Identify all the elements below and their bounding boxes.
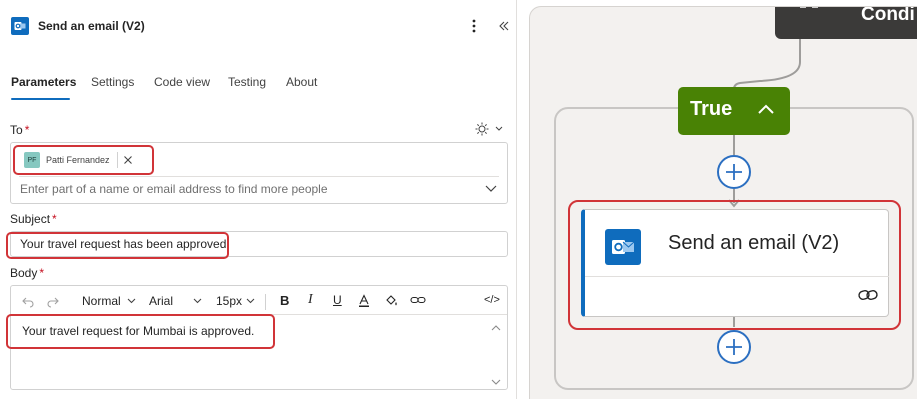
chevron-down-icon[interactable] [484, 183, 498, 195]
tab-settings[interactable]: Settings [91, 75, 134, 89]
advanced-settings-icon[interactable] [474, 121, 506, 137]
panel-header: Send an email (V2) [0, 0, 517, 52]
undo-icon[interactable] [21, 294, 35, 308]
subject-label: Subject * [10, 212, 57, 226]
body-label: Body * [10, 266, 45, 280]
chevron-down-icon [246, 298, 255, 304]
condition-node[interactable]: Condi [775, 6, 917, 39]
true-branch-label: True [690, 98, 733, 120]
body-value: Your travel request for Mumbai is approv… [22, 324, 255, 338]
action-details-panel: Send an email (V2) Parameters Settings C… [0, 0, 517, 399]
to-field-divider [19, 176, 499, 177]
to-label: To * [10, 123, 30, 137]
underline-button[interactable]: U [333, 293, 342, 307]
avatar: PF [24, 152, 40, 168]
outlook-icon [11, 17, 29, 35]
link-icon[interactable] [410, 294, 426, 306]
chip-divider [116, 152, 118, 168]
to-search-input[interactable]: Enter part of a name or email address to… [20, 182, 328, 196]
outlook-icon [605, 229, 641, 265]
font-color-icon[interactable] [357, 294, 371, 308]
condition-label: Condi [861, 6, 915, 25]
plus-icon [726, 339, 742, 355]
condition-icon [799, 7, 819, 11]
add-action-button-bottom[interactable] [717, 330, 751, 364]
chevron-up-icon[interactable] [756, 100, 776, 120]
tab-code-view[interactable]: Code view [154, 75, 210, 89]
true-branch-header[interactable]: True [678, 87, 790, 135]
paragraph-style-value: Normal [82, 294, 121, 308]
active-tab-indicator [11, 98, 70, 100]
font-family-dropdown[interactable]: Arial [149, 294, 202, 308]
remove-recipient-icon[interactable] [122, 154, 134, 166]
paragraph-style-dropdown[interactable]: Normal [82, 294, 136, 308]
scroll-up-icon[interactable] [491, 321, 501, 331]
italic-button[interactable]: I [308, 292, 313, 308]
recipient-name: Patti Fernandez [46, 155, 110, 165]
flow-designer-canvas[interactable]: Condi True Send an email (V2) [529, 6, 917, 399]
font-family-value: Arial [149, 294, 174, 308]
more-options-icon[interactable] [466, 16, 482, 36]
tab-testing[interactable]: Testing [228, 75, 266, 89]
tab-parameters[interactable]: Parameters [11, 75, 76, 89]
tab-list: Parameters Settings Code view Testing Ab… [0, 72, 517, 102]
chevron-down-icon [193, 298, 202, 304]
highlight-color-icon[interactable] [384, 294, 400, 308]
plus-icon [726, 164, 742, 180]
subject-value: Your travel request has been approved. [20, 237, 230, 251]
code-view-button[interactable]: </> [484, 294, 500, 306]
toolbar-divider [265, 294, 266, 310]
font-size-dropdown[interactable]: 15px [216, 294, 255, 308]
action-title: Send an email (V2) [668, 232, 840, 254]
send-email-action-card[interactable]: Send an email (V2) [581, 209, 889, 317]
scroll-down-icon[interactable] [491, 375, 501, 385]
chevron-down-icon [127, 298, 136, 304]
link-icon[interactable] [857, 286, 879, 304]
collapse-panel-icon[interactable] [495, 17, 513, 35]
card-divider [585, 276, 889, 277]
bold-button[interactable]: B [280, 293, 289, 308]
redo-icon[interactable] [46, 294, 60, 308]
panel-title: Send an email (V2) [38, 19, 145, 33]
recipient-chip[interactable]: PF Patti Fernandez [20, 150, 141, 170]
font-size-value: 15px [216, 294, 243, 308]
tab-about[interactable]: About [286, 75, 317, 89]
add-action-button[interactable] [717, 155, 751, 189]
formatting-toolbar: Normal Arial 15px B I U </> [11, 289, 507, 315]
